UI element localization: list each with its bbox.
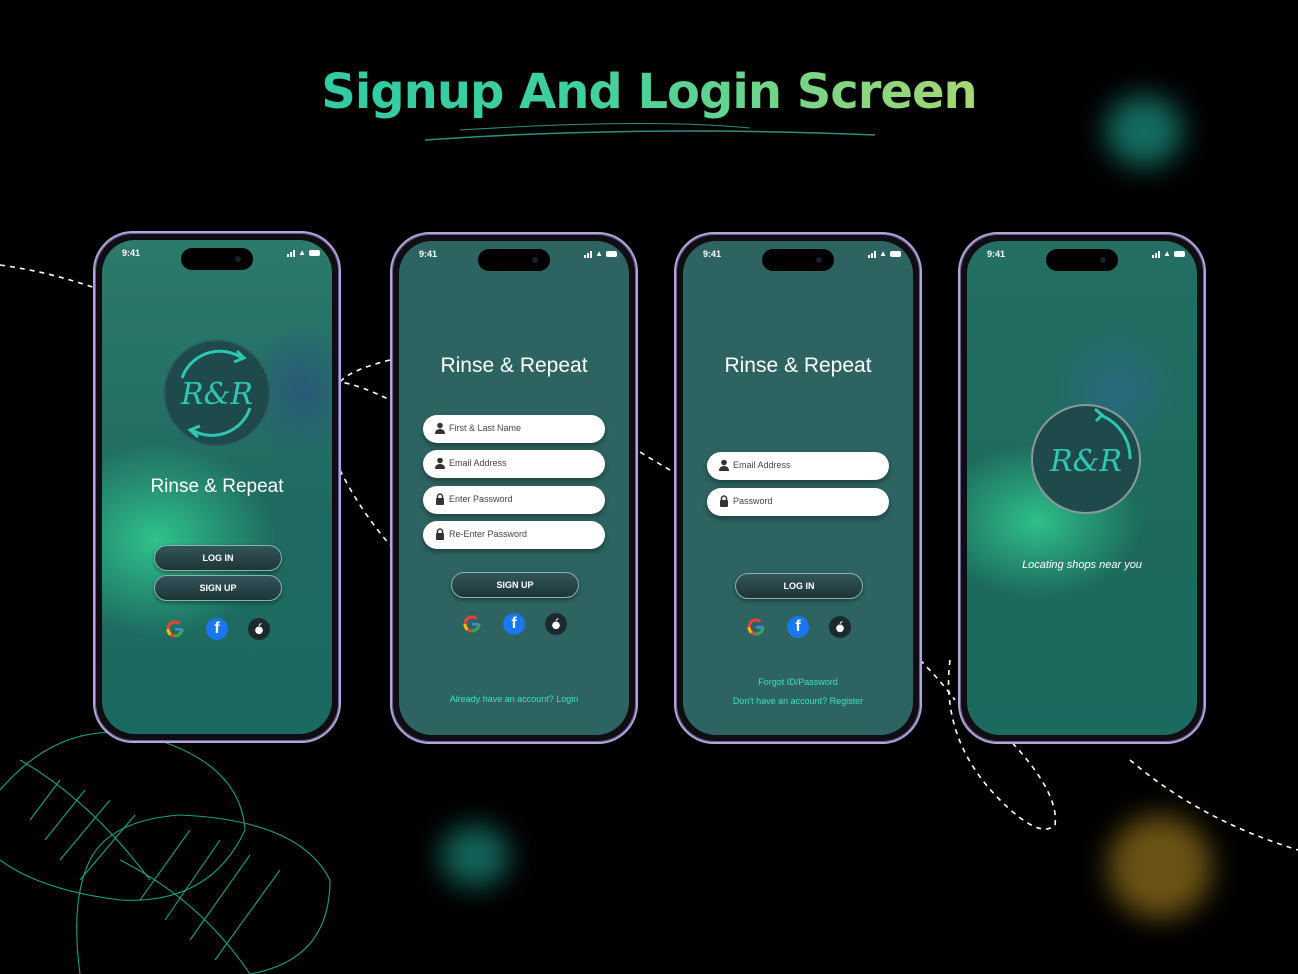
- signal-icon: [584, 250, 593, 258]
- signal-icon: [287, 249, 296, 257]
- login-screen: 9:41 ▲ Rinse & Repeat Email Address Pass…: [683, 241, 913, 735]
- password-field-placeholder: Enter Password: [449, 494, 513, 504]
- email-field-placeholder: Email Address: [449, 458, 507, 468]
- status-icons: ▲: [287, 249, 320, 257]
- apple-icon: [255, 623, 263, 635]
- phone-welcome: 9:41 ▲ R&R Rinse & Repeat LOG IN SIGN UP…: [93, 231, 341, 743]
- status-icons: ▲: [1152, 250, 1185, 258]
- facebook-button[interactable]: f: [206, 618, 228, 640]
- phone-loading: 9:41 ▲ R&R Locating shops near you: [958, 232, 1206, 744]
- status-icons: ▲: [584, 250, 617, 258]
- google-icon: [747, 618, 765, 636]
- lock-icon: [436, 493, 444, 505]
- battery-icon: [606, 251, 617, 257]
- app-title: Rinse & Repeat: [150, 476, 284, 497]
- logo-icon: R&R: [163, 339, 271, 447]
- lock-icon: [436, 528, 444, 540]
- page-title: Signup And Login Screen: [0, 64, 1298, 120]
- logo-text: R&R: [180, 377, 253, 412]
- password-confirm-field[interactable]: Re-Enter Password: [423, 521, 605, 549]
- password-field[interactable]: Enter Password: [423, 486, 605, 514]
- facebook-button[interactable]: f: [787, 616, 809, 638]
- forgot-password-link[interactable]: Forgot ID/Password: [683, 677, 913, 687]
- facebook-button[interactable]: f: [503, 613, 525, 635]
- social-buttons: f: [102, 618, 332, 640]
- name-field[interactable]: First & Last Name: [423, 415, 605, 443]
- wifi-icon: ▲: [879, 249, 887, 258]
- signal-icon: [1152, 250, 1161, 258]
- wifi-icon: ▲: [595, 249, 603, 258]
- apple-icon: [836, 621, 844, 633]
- signup-screen: 9:41 ▲ Rinse & Repeat First & Last Name …: [399, 241, 629, 735]
- battery-icon: [309, 250, 320, 256]
- glow-teal-bottom: [440, 825, 510, 887]
- signup-button[interactable]: SIGN UP: [451, 572, 579, 598]
- google-icon: [463, 615, 481, 633]
- status-icons: ▲: [868, 250, 901, 258]
- status-time: 9:41: [122, 248, 141, 258]
- wifi-icon: ▲: [298, 248, 306, 257]
- logo-text: R&R: [1049, 444, 1122, 479]
- loading-text: Locating shops near you: [1022, 559, 1142, 571]
- email-field[interactable]: Email Address: [707, 452, 889, 480]
- loading-screen: 9:41 ▲ R&R Locating shops near you: [967, 241, 1197, 735]
- name-field-placeholder: First & Last Name: [449, 423, 522, 433]
- status-time: 9:41: [419, 249, 438, 259]
- user-icon: [435, 457, 445, 469]
- login-link[interactable]: Already have an account? Login: [399, 694, 629, 704]
- signup-button[interactable]: SIGN UP: [154, 575, 282, 601]
- status-time: 9:41: [703, 249, 722, 259]
- battery-icon: [890, 251, 901, 257]
- facebook-icon: f: [511, 615, 517, 632]
- facebook-icon: f: [214, 620, 220, 637]
- social-buttons: f: [683, 616, 913, 638]
- dynamic-island: [762, 249, 834, 271]
- login-button[interactable]: LOG IN: [154, 545, 282, 571]
- register-link[interactable]: Don't have an account? Register: [683, 696, 913, 706]
- welcome-screen: 9:41 ▲ R&R Rinse & Repeat LOG IN SIGN UP…: [102, 240, 332, 734]
- dynamic-island: [1046, 249, 1118, 271]
- email-field[interactable]: Email Address: [423, 450, 605, 478]
- app-title: Rinse & Repeat: [440, 354, 588, 377]
- loading-logo-icon: R&R: [1031, 404, 1141, 514]
- app-title: Rinse & Repeat: [724, 354, 872, 377]
- dynamic-island: [478, 249, 550, 271]
- wifi-icon: ▲: [1163, 249, 1171, 258]
- apple-button[interactable]: [248, 618, 270, 640]
- password-field-placeholder: Password: [733, 496, 773, 506]
- phone-signup: 9:41 ▲ Rinse & Repeat First & Last Name …: [390, 232, 638, 744]
- password-field[interactable]: Password: [707, 488, 889, 516]
- apple-button[interactable]: [545, 613, 567, 635]
- phone-login: 9:41 ▲ Rinse & Repeat Email Address Pass…: [674, 232, 922, 744]
- apple-button[interactable]: [829, 616, 851, 638]
- google-button[interactable]: [745, 616, 767, 638]
- glow-gold-bottom: [1108, 815, 1212, 919]
- social-buttons: f: [399, 613, 629, 635]
- login-button[interactable]: LOG IN: [735, 573, 863, 599]
- user-icon: [435, 422, 445, 434]
- google-icon: [166, 620, 184, 638]
- apple-icon: [552, 618, 560, 630]
- email-field-placeholder: Email Address: [733, 460, 791, 470]
- signal-icon: [868, 250, 877, 258]
- battery-icon: [1174, 251, 1185, 257]
- google-button[interactable]: [461, 613, 483, 635]
- status-time: 9:41: [987, 249, 1006, 259]
- user-icon: [719, 459, 729, 471]
- google-button[interactable]: [164, 618, 186, 640]
- lock-icon: [720, 495, 728, 507]
- dynamic-island: [181, 248, 253, 270]
- facebook-icon: f: [795, 618, 801, 635]
- password-confirm-placeholder: Re-Enter Password: [449, 529, 528, 539]
